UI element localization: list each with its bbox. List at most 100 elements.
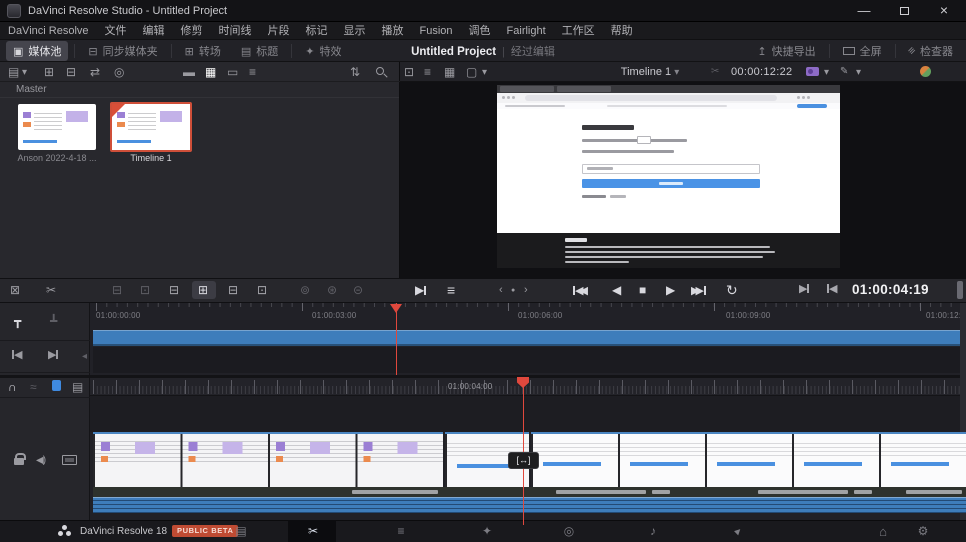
- video-frame[interactable]: [497, 85, 840, 268]
- overview-playhead[interactable]: [396, 303, 397, 375]
- collapse-handle-icon[interactable]: ◂: [82, 352, 87, 362]
- mixer-icon[interactable]: ≡: [447, 283, 455, 297]
- match-cut-icon[interactable]: ✂: [711, 67, 719, 77]
- menu-edit[interactable]: 编辑: [135, 22, 173, 40]
- audio-track[interactable]: [93, 497, 966, 513]
- fit-to-fill-icon[interactable]: ⊡: [257, 284, 267, 296]
- bin-caret-icon[interactable]: ▾: [22, 68, 27, 78]
- minimize-button[interactable]: —: [845, 0, 883, 22]
- inspector-button[interactable]: ≡ 检查器: [902, 41, 960, 61]
- next-edit-icon[interactable]: ▶: [799, 284, 809, 295]
- loop-button[interactable]: ↻: [726, 283, 738, 297]
- list-view-icon[interactable]: ≡: [249, 66, 256, 78]
- menu-view[interactable]: 显示: [336, 22, 374, 40]
- sync-icon[interactable]: ⇄: [90, 66, 100, 78]
- timeline-view-icon[interactable]: ⊠: [10, 284, 20, 296]
- sync-bin-button[interactable]: ⊟ 同步媒体夹: [81, 41, 164, 61]
- film-view-icon[interactable]: ▭: [227, 66, 238, 78]
- import-media-icon[interactable]: ⊟: [66, 66, 76, 78]
- resolution-caret-icon[interactable]: ▾: [482, 68, 487, 78]
- snapping-magnet-icon[interactable]: ∩: [8, 381, 17, 393]
- dim-tool-icon-2[interactable]: ⊛: [327, 284, 337, 296]
- video-clip-filmstrip-1[interactable]: [93, 432, 443, 487]
- prev-edit-icon[interactable]: ◀: [827, 284, 837, 295]
- smart-bin-icon[interactable]: ◎: [114, 66, 124, 78]
- menu-workspace[interactable]: 工作区: [554, 22, 603, 40]
- overview-video-track[interactable]: [93, 330, 966, 346]
- viewer-grid-icon[interactable]: ▦: [444, 66, 455, 78]
- overview-ruler[interactable]: [93, 303, 966, 311]
- insert-clip-icon[interactable]: ⊟: [169, 284, 179, 296]
- menu-playback[interactable]: 播放: [374, 22, 412, 40]
- track-mute-icon[interactable]: ◀): [36, 456, 45, 466]
- clip-duration-timecode[interactable]: 00:00:12:22: [731, 66, 792, 78]
- menu-color[interactable]: 调色: [461, 22, 499, 40]
- menu-mark[interactable]: 标记: [298, 22, 336, 40]
- timeline-clip-selected[interactable]: [110, 102, 192, 152]
- search-icon[interactable]: [376, 67, 384, 75]
- trim-out-tool-icon[interactable]: ┻: [50, 315, 57, 327]
- next-marker-icon[interactable]: ›: [524, 285, 528, 296]
- roll-right-tool-icon[interactable]: ▶: [48, 350, 58, 361]
- settings-button[interactable]: ⚙: [912, 524, 934, 540]
- dim-tool-icon-1[interactable]: ⊚: [300, 284, 310, 296]
- overwrite-clip-icon[interactable]: ⊞: [198, 284, 208, 296]
- camera-caret-icon[interactable]: ▾: [824, 68, 829, 78]
- prev-marker-icon[interactable]: ‹: [499, 285, 503, 296]
- menu-help[interactable]: 帮助: [603, 22, 641, 40]
- replace-clip-icon[interactable]: ⊟: [228, 284, 238, 296]
- menu-fusion[interactable]: Fusion: [412, 22, 461, 40]
- audio-trim-icon[interactable]: ≈: [30, 381, 37, 393]
- grid-view-icon[interactable]: ▦: [205, 66, 216, 78]
- add-bin-icon[interactable]: ⊞: [44, 66, 54, 78]
- titles-button[interactable]: ▤ 标题: [234, 41, 285, 61]
- menu-file[interactable]: 文件: [97, 22, 135, 40]
- viewer-fit-icon[interactable]: ⊡: [404, 66, 414, 78]
- quick-export-button[interactable]: ↥ 快捷导出: [750, 41, 822, 61]
- media-pool-button[interactable]: ▣ 媒体池: [6, 41, 68, 61]
- fusion-page-button[interactable]: ✦: [476, 524, 498, 540]
- transitions-button[interactable]: ⊞ 转场: [178, 41, 228, 61]
- play-reverse-button[interactable]: ◀: [612, 284, 621, 296]
- bin-name[interactable]: Master: [16, 84, 47, 95]
- menu-app[interactable]: DaVinci Resolve: [0, 22, 97, 40]
- effects-button[interactable]: ✦ 特效: [298, 41, 348, 61]
- go-to-end-button[interactable]: ▶▶: [691, 284, 706, 297]
- timeline-empty-area[interactable]: [90, 396, 966, 432]
- resolution-icon[interactable]: ▢: [466, 66, 477, 78]
- playhead-timecode[interactable]: 01:00:04:19: [852, 282, 962, 297]
- maximize-button[interactable]: [885, 0, 923, 22]
- dim-tool-icon-3[interactable]: ⊝: [353, 284, 363, 296]
- film-strip-icon[interactable]: ▤: [72, 381, 83, 393]
- media-clip-thumbnail[interactable]: [18, 104, 96, 150]
- marker-dot-icon[interactable]: ●: [511, 287, 515, 294]
- color-page-button[interactable]: ◎: [558, 524, 580, 540]
- strip-view-icon[interactable]: ▬: [183, 66, 195, 78]
- sort-icon[interactable]: ⇅: [350, 66, 360, 78]
- roll-left-tool-icon[interactable]: ◀: [12, 350, 22, 361]
- camera-icon[interactable]: [806, 67, 819, 76]
- split-clip-icon[interactable]: ✂: [46, 284, 56, 296]
- cut-page-button[interactable]: ✂: [302, 524, 324, 540]
- edit-mode-icon-1[interactable]: ⊟: [112, 284, 122, 296]
- playhead-line[interactable]: [523, 377, 524, 525]
- menu-fairlight[interactable]: Fairlight: [499, 22, 554, 40]
- viewer-options-icon[interactable]: ≡: [424, 66, 431, 78]
- fullscreen-button[interactable]: 全屏: [836, 41, 889, 61]
- home-button[interactable]: ⌂: [872, 524, 894, 540]
- trim-in-tool-icon[interactable]: ┳: [14, 315, 21, 327]
- go-to-start-button[interactable]: ◀◀: [573, 284, 588, 297]
- edit-page-button[interactable]: ≡: [390, 524, 412, 540]
- edit-mode-icon-2[interactable]: ⊡: [140, 284, 150, 296]
- menu-timeline[interactable]: 时间线: [211, 22, 260, 40]
- media-page-button[interactable]: ▤: [230, 524, 252, 540]
- fairlight-page-button[interactable]: ♪: [642, 524, 664, 540]
- resolve-fx-icon[interactable]: [920, 66, 931, 77]
- tools-icon[interactable]: ✎: [840, 67, 848, 77]
- close-button[interactable]: ×: [925, 0, 963, 22]
- overview-lower-lane[interactable]: [93, 347, 966, 373]
- tools-caret-icon[interactable]: ▾: [856, 68, 861, 78]
- viewer-timeline-select[interactable]: Timeline 1 ▾: [580, 66, 720, 78]
- bin-list-icon[interactable]: ▤: [8, 66, 19, 78]
- stop-button[interactable]: ■: [639, 284, 646, 296]
